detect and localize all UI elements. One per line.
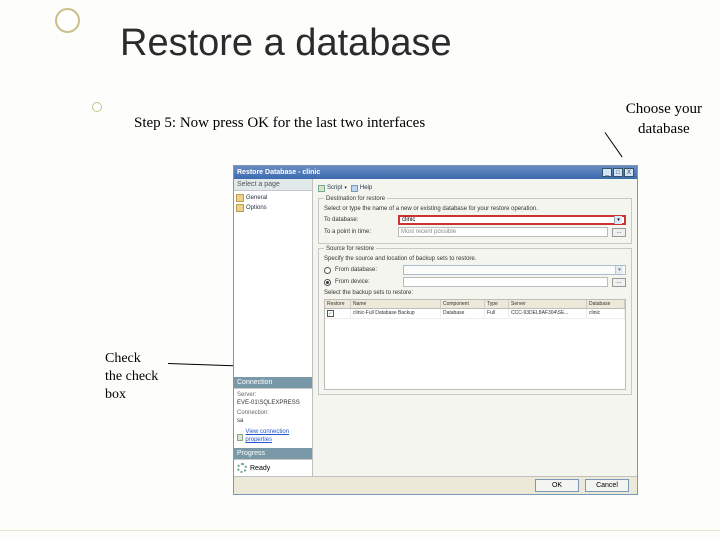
script-label: Script [327,185,342,191]
grid-empty-area [325,319,625,389]
row-name: clinic-Full Database Backup [351,309,441,318]
right-panel: Script ▾ Help Destination for restore Se… [313,179,637,476]
to-point-label: To a point in time: [324,229,394,235]
to-point-browse-button[interactable]: ... [612,228,626,237]
progress-block: Ready [234,460,312,476]
connection-info: Server: EVE-01\SQLEXPRESS Connection: sa… [234,389,312,448]
script-icon [318,185,325,192]
help-icon [351,185,358,192]
backup-sets-grid: Restore Name Component Type Server Datab… [324,299,626,390]
page-icon [236,204,244,212]
cancel-button[interactable]: Cancel [585,479,629,492]
restore-checkbox[interactable]: ✓ [327,310,334,317]
view-conn-icon [237,434,243,441]
to-point-value: Most recent possible [401,229,456,235]
source-hint: Specify the source and location of backu… [324,256,626,262]
col-restore: Restore [325,300,351,308]
destination-group: Destination for restore Select or type t… [318,198,632,244]
slide-deco-dot [92,102,102,112]
page-item-general[interactable]: General [236,193,310,203]
script-button[interactable]: Script ▾ [318,185,347,192]
from-database-combo: ▾ [403,265,626,275]
destination-group-title: Destination for restore [324,196,387,202]
dialog-toolbar: Script ▾ Help [318,182,632,194]
left-panel: Select a page General Options Connection… [234,179,313,476]
from-database-label: From database: [335,267,399,273]
from-device-field[interactable] [403,277,608,287]
col-component: Component [441,300,485,308]
col-database: Database [587,300,625,308]
to-database-combo[interactable]: clinic ▾ [398,215,626,225]
restore-database-dialog: Restore Database - clinic _ □ X Select a… [233,165,638,495]
from-database-radio[interactable] [324,267,331,274]
to-database-value: clinic [402,217,415,223]
page-item-label: General [246,195,267,201]
col-server: Server [509,300,587,308]
progress-spinner-icon [237,463,247,473]
dialog-title: Restore Database - clinic [237,169,320,176]
col-type: Type [485,300,509,308]
table-row[interactable]: ✓ clinic-Full Database Backup Database F… [325,309,625,319]
minimize-button[interactable]: _ [602,168,612,177]
page-item-options[interactable]: Options [236,203,310,213]
progress-value: Ready [250,465,270,472]
chevron-down-icon: ▾ [614,216,622,224]
chevron-down-icon: ▾ [615,266,623,274]
grid-header: Restore Name Component Type Server Datab… [325,300,625,309]
callout-choose-database: Choose your database [626,100,702,139]
to-point-field: Most recent possible [398,227,608,237]
slide-subtitle: Step 5: Now press OK for the last two in… [134,115,425,132]
row-database: clinic [587,309,625,318]
from-device-label: From device: [335,279,399,285]
view-connection-link[interactable]: View connection properties [245,429,309,445]
close-button[interactable]: X [624,168,634,177]
to-database-label: To database: [324,217,394,223]
slide-deco-circle [55,8,80,33]
row-type: Full [485,309,509,318]
connection-label: Connection: [237,410,309,418]
from-device-radio[interactable] [324,279,331,286]
connection-value: sa [237,418,309,426]
from-device-browse-button[interactable]: ... [612,278,626,287]
page-icon [236,194,244,202]
dialog-titlebar[interactable]: Restore Database - clinic _ □ X [234,166,637,179]
row-server: CCC-93DEL8AF304\SE... [509,309,587,318]
destination-hint: Select or type the name of a new or exis… [324,206,626,212]
server-value: EVE-01\SQLEXPRESS [237,400,309,408]
connection-header: Connection [234,377,312,389]
progress-header: Progress [234,448,312,460]
page-item-label: Options [246,205,267,211]
server-label: Server: [237,392,309,400]
maximize-button[interactable]: □ [613,168,623,177]
arrow-to-database [605,132,623,157]
dialog-footer: OK Cancel [234,476,637,494]
source-group: Source for restore Specify the source an… [318,248,632,395]
row-component: Database [441,309,485,318]
ok-button[interactable]: OK [535,479,579,492]
select-page-header: Select a page [234,179,312,191]
slide-title: Restore a database [120,22,452,65]
source-group-title: Source for restore [324,246,376,252]
select-backup-hint: Select the backup sets to restore: [324,290,626,296]
help-label: Help [360,185,372,191]
callout-check-box: Check the check box [105,350,158,405]
col-name: Name [351,300,441,308]
help-button[interactable]: Help [351,185,372,192]
slide-deco-line [0,530,720,531]
